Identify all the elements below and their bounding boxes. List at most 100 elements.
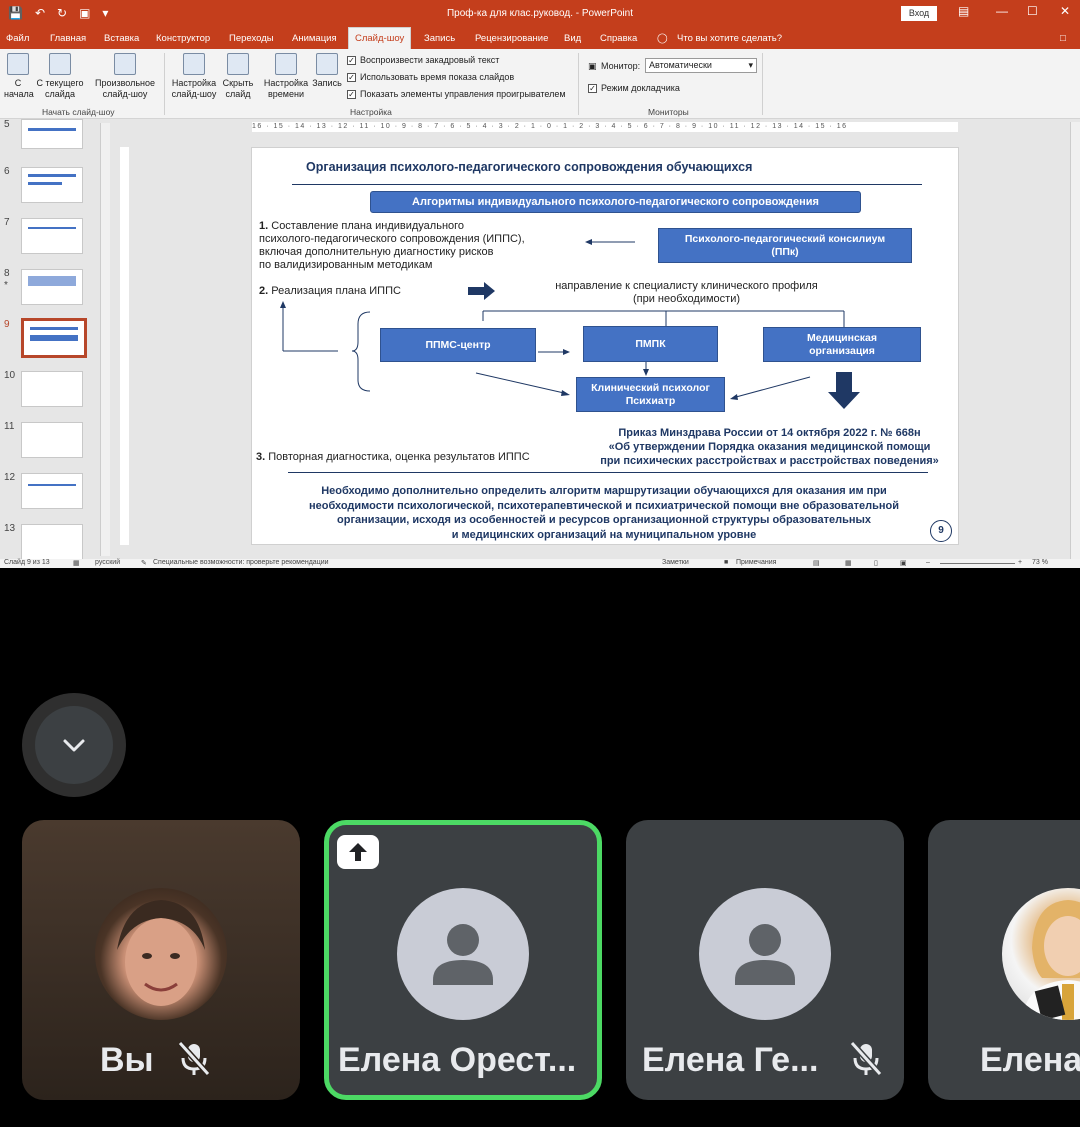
meeting-panel: Вы Елена Орест... Елена Ге... Елена <box>0 568 1080 1127</box>
thumbnails-scrollbar[interactable] <box>100 123 110 556</box>
use-timings-checkbox[interactable]: ✓ Использовать время показа слайдов <box>347 72 514 82</box>
rehearse-timings-button[interactable]: Настройка времени <box>262 53 310 100</box>
slide-number: 9 <box>4 319 10 330</box>
custom-slideshow-icon <box>114 53 136 75</box>
close-icon[interactable]: ✕ <box>1060 4 1070 18</box>
notes-button[interactable]: Заметки <box>662 559 689 566</box>
tab-slideshow[interactable]: Слайд-шоу <box>348 27 412 49</box>
slide-number: 7 <box>4 217 10 228</box>
participant-tile-elena-ge[interactable]: Елена Ге... <box>626 820 904 1100</box>
collapse-button-inner <box>35 706 113 784</box>
tab-record[interactable]: Запись <box>424 33 455 44</box>
horizontal-ruler: 16 · 15 · 14 · 13 · 12 · 11 · 10 · 9 · 8… <box>252 122 958 132</box>
language-status[interactable]: русский <box>95 559 120 566</box>
from-start-button[interactable]: С начала <box>4 53 34 100</box>
slide-thumbnail-6[interactable] <box>21 167 83 203</box>
tab-animations[interactable]: Анимация <box>292 33 337 44</box>
comments-icon[interactable]: □ <box>1060 33 1066 44</box>
record-icon <box>316 53 338 75</box>
direction-note: направление к специалисту клинического п… <box>555 280 818 305</box>
tab-insert[interactable]: Вставка <box>104 33 139 44</box>
normal-view-icon[interactable]: ▤ <box>813 559 820 567</box>
custom-slideshow-button[interactable]: Произвольное слайд-шоу <box>92 53 158 100</box>
accessibility-icon: ✎ <box>141 560 147 567</box>
timer-icon <box>275 53 297 75</box>
zoom-level[interactable]: 73 % <box>1032 559 1048 566</box>
media-controls-checkbox[interactable]: ✓ Показать элементы управления проигрыват… <box>347 89 566 99</box>
participant-tile-you[interactable]: Вы <box>22 820 300 1100</box>
tab-file[interactable]: Файл <box>6 33 29 44</box>
slide-counter: Слайд 9 из 13 <box>4 559 50 566</box>
tab-home[interactable]: Главная <box>50 33 86 44</box>
zoom-out-icon[interactable]: – <box>926 559 930 566</box>
slide-canvas[interactable]: Организация психолого-педагогического со… <box>251 147 959 545</box>
tab-review[interactable]: Рецензирование <box>475 33 548 44</box>
slide-thumbnail-13[interactable] <box>21 524 83 560</box>
maximize-icon[interactable]: ☐ <box>1027 4 1038 18</box>
participant-name: Вы <box>100 1041 154 1079</box>
slide-sorter-icon[interactable]: ▦ <box>845 559 852 567</box>
zoom-slider[interactable] <box>940 563 1015 564</box>
step1-text: 1. Составление плана индивидуального пси… <box>259 220 525 271</box>
collapse-button[interactable] <box>22 693 126 797</box>
participant-name: Елена Ге... <box>642 1041 819 1079</box>
separator <box>762 53 763 115</box>
participant-photo <box>1002 888 1080 1020</box>
ministry-order-text: Приказ Минздрава России от 14 октября 20… <box>600 427 939 467</box>
tab-view[interactable]: Вид <box>564 33 581 44</box>
clinical-psychologist-box: Клинический психолог Психиатр <box>576 377 725 412</box>
ppms-center-box: ППМС-центр <box>380 328 536 362</box>
lightbulb-icon: ◯ <box>657 33 668 44</box>
tab-design[interactable]: Конструктор <box>156 33 210 44</box>
slide-scrollbar[interactable] <box>1070 122 1080 560</box>
step3-text: 3. Повторная диагностика, оценка результ… <box>256 451 530 463</box>
tell-me-search[interactable]: Что вы хотите сделать? <box>677 33 782 44</box>
tab-help[interactable]: Справка <box>600 33 637 44</box>
comments-button[interactable]: Примечания <box>736 559 776 566</box>
slide-thumbnail-8[interactable] <box>21 269 83 305</box>
participant-name: Елена Орест... <box>338 1041 577 1079</box>
ribbon-display-icon[interactable]: ▤ <box>958 4 969 18</box>
from-current-button[interactable]: С текущего слайда <box>34 53 86 100</box>
bottom-divider <box>288 472 928 473</box>
setup-slideshow-button[interactable]: Настройка слайд-шоу <box>170 53 218 100</box>
hide-slide-icon <box>227 53 249 75</box>
zoom-in-icon[interactable]: + <box>1018 559 1022 566</box>
slide-number: 8 <box>4 268 10 279</box>
participant-tile-elena-orest[interactable]: Елена Орест... <box>324 820 602 1100</box>
spelling-icon[interactable]: ▦ <box>73 559 80 567</box>
powerpoint-window: 💾 ↶ ↻ ▣ ▾ Проф-ка для клас.руковод. - Po… <box>0 0 1080 568</box>
slideshow-view-icon[interactable]: ▣ <box>900 559 907 567</box>
face-photo <box>1022 900 1080 1020</box>
ppk-box: Психолого-педагогический консилиум (ППк) <box>658 228 912 263</box>
presenter-view-checkbox[interactable]: ✓ Режим докладчика <box>588 83 680 93</box>
slide-thumbnail-5[interactable] <box>21 119 83 149</box>
slide-thumbnail-12[interactable] <box>21 473 83 509</box>
setup-icon <box>183 53 205 75</box>
conclusion-text: Необходимо дополнительно определить алго… <box>309 485 899 541</box>
login-button[interactable]: Вход <box>901 6 937 21</box>
hide-slide-button[interactable]: Скрыть слайд <box>220 53 256 100</box>
slide-number: 12 <box>4 472 16 483</box>
slide-thumbnails-pane: 5 6 7 8 * 9 10 11 12 13 <box>0 119 114 560</box>
record-button[interactable]: Запись <box>310 53 344 89</box>
slide-thumbnail-11[interactable] <box>21 422 83 458</box>
algorithms-header: Алгоритмы индивидуального психолого-педа… <box>370 191 861 213</box>
step2-text: 2. Реализация плана ИППС <box>259 285 401 297</box>
slide-thumbnail-9[interactable] <box>21 318 87 358</box>
slide-number: 6 <box>4 166 10 177</box>
participant-tile-elena[interactable]: Елена <box>928 820 1080 1100</box>
minimize-icon[interactable]: — <box>996 4 1008 18</box>
narration-checkbox[interactable]: ✓ Воспроизвести закадровый текст <box>347 55 499 65</box>
slide-thumbnail-7[interactable] <box>21 218 83 254</box>
slide-page-number: 9 <box>930 520 952 542</box>
chevron-down-icon: ▾ <box>748 60 753 70</box>
separator <box>164 53 165 115</box>
slide-thumbnail-10[interactable] <box>21 371 83 407</box>
monitor-select[interactable]: Автоматически ▾ <box>645 58 757 73</box>
title-bar: 💾 ↶ ↻ ▣ ▾ Проф-ка для клас.руковод. - Po… <box>0 0 1080 27</box>
tab-transitions[interactable]: Переходы <box>229 33 274 44</box>
slide-number: 13 <box>4 523 16 534</box>
reading-view-icon[interactable]: ▯ <box>874 559 878 567</box>
accessibility-status[interactable]: Специальные возможности: проверьте реком… <box>153 559 329 566</box>
